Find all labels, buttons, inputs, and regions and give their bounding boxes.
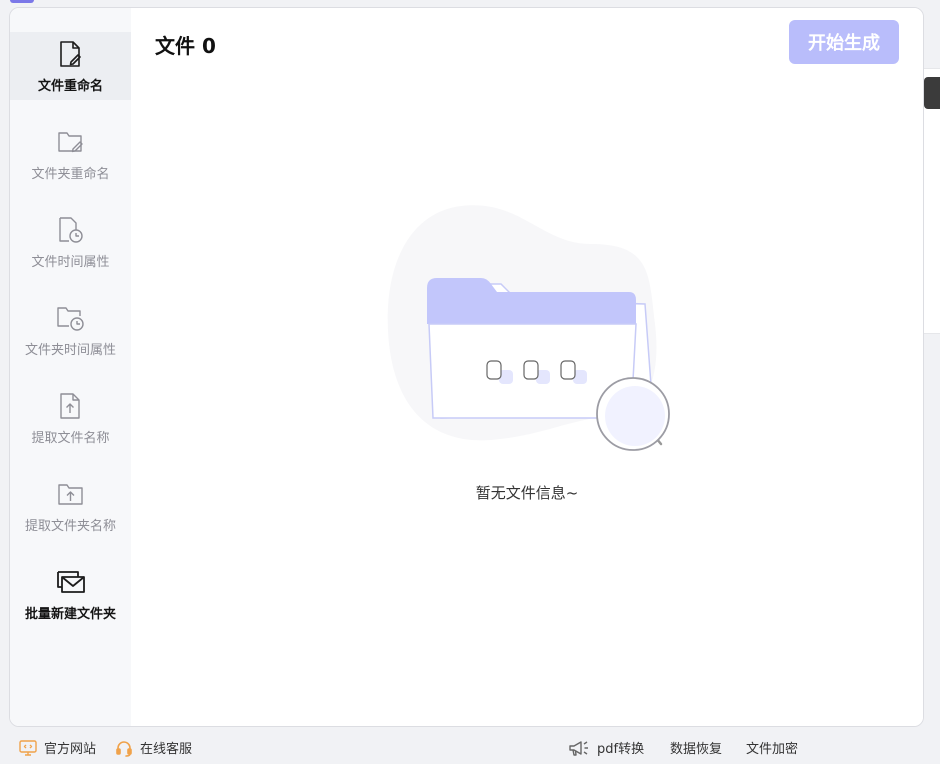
sidebar-item-batch-new-folders[interactable]: 批量新建文件夹 — [10, 560, 131, 628]
sidebar-item-label: 文件时间属性 — [31, 254, 110, 270]
pdf-convert-label: pdf转换 — [597, 742, 645, 757]
window-top-strip — [0, 0, 940, 6]
file-count-title: 文件 0 — [155, 34, 216, 58]
file-encrypt-link[interactable]: 文件加密 — [746, 738, 798, 757]
empty-state-illustration — [381, 204, 681, 454]
app-logo-mark — [10, 0, 34, 3]
sidebar: 文件重命名 文件夹重命名 文件时间属性 文件夹时间属性 提取文件名称 提取文件夹… — [10, 8, 131, 726]
file-upload-icon — [56, 391, 86, 421]
main-window: 文件重命名 文件夹重命名 文件时间属性 文件夹时间属性 提取文件名称 提取文件夹… — [9, 7, 924, 727]
online-support-label: 在线客服 — [140, 742, 193, 757]
sidebar-item-label: 提取文件夹名称 — [24, 518, 116, 534]
footer-bar: 官方网站 在线客服 pdf转换 数据恢复 文件加密 — [0, 727, 940, 764]
sidebar-item-label: 提取文件名称 — [31, 430, 110, 446]
sidebar-item-folder-rename[interactable]: 文件夹重命名 — [10, 120, 131, 188]
official-website-label: 官方网站 — [44, 742, 97, 757]
file-clock-icon — [56, 215, 86, 245]
file-edit-icon — [56, 39, 86, 69]
monitor-icon — [18, 739, 38, 757]
online-support-link[interactable]: 在线客服 — [114, 738, 192, 757]
folder-edit-icon — [56, 127, 86, 157]
side-tab[interactable] — [924, 77, 940, 109]
sidebar-item-file-rename[interactable]: 文件重命名 — [10, 32, 131, 100]
sidebar-item-label: 批量新建文件夹 — [24, 606, 116, 622]
sidebar-item-label: 文件夹时间属性 — [24, 342, 116, 358]
sidebar-item-extract-folder-names[interactable]: 提取文件夹名称 — [10, 472, 131, 540]
file-encrypt-label: 文件加密 — [746, 742, 799, 757]
headset-icon — [114, 739, 134, 757]
data-recovery-link[interactable]: 数据恢复 — [670, 738, 722, 757]
sidebar-item-extract-file-names[interactable]: 提取文件名称 — [10, 384, 131, 452]
folder-clock-icon — [56, 303, 86, 333]
official-website-link[interactable]: 官方网站 — [18, 738, 96, 757]
megaphone-icon — [567, 739, 591, 757]
start-generate-button[interactable]: 开始生成 — [789, 20, 899, 64]
pdf-convert-link[interactable]: pdf转换 — [567, 738, 644, 757]
sidebar-item-folder-time[interactable]: 文件夹时间属性 — [10, 296, 131, 364]
sidebar-item-label: 文件重命名 — [37, 78, 103, 94]
mail-folders-icon — [56, 567, 86, 597]
folder-upload-icon — [56, 479, 86, 509]
empty-state-text: 暂无文件信息~ — [475, 484, 579, 502]
sidebar-item-file-time[interactable]: 文件时间属性 — [10, 208, 131, 276]
data-recovery-label: 数据恢复 — [670, 742, 723, 757]
sidebar-item-label: 文件夹重命名 — [31, 166, 110, 182]
main-panel: 文件 0 开始生成 暂无文件信息~ — [131, 8, 923, 726]
